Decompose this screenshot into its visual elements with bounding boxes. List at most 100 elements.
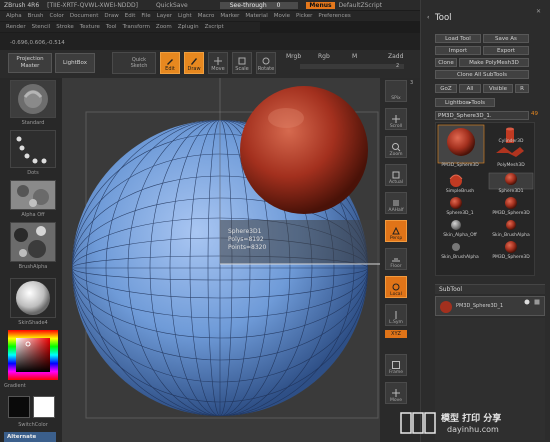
- load-tool-button[interactable]: Load Tool: [435, 34, 481, 43]
- tool-item[interactable]: Skin_BrushAlpha: [488, 233, 534, 238]
- polypaint-brush-icon[interactable]: [534, 299, 540, 305]
- menu-stroke[interactable]: Stroke: [56, 24, 74, 30]
- menu-layer[interactable]: Layer: [157, 13, 172, 19]
- menu-edit[interactable]: Edit: [125, 13, 136, 19]
- texture-thumbnail[interactable]: [10, 222, 56, 262]
- floor-button[interactable]: Floor: [385, 248, 407, 270]
- make-polymesh-button[interactable]: Make PolyMesh3D: [459, 58, 529, 67]
- scroll-button[interactable]: Scroll: [385, 108, 407, 130]
- document-canvas[interactable]: Sphere3D1 Polys=8192 Points=8320: [62, 78, 380, 442]
- subtool-item[interactable]: PM3D_Sphere3D_1: [435, 296, 545, 316]
- menu-bar-row-2: Render Stencil Stroke Texture Tool Trans…: [0, 22, 260, 32]
- menu-alpha[interactable]: Alpha: [6, 13, 22, 19]
- lightbox-tools-button[interactable]: Lightbox▸Tools: [435, 98, 495, 107]
- quicksave-button[interactable]: QuickSave: [156, 2, 188, 9]
- draw-button[interactable]: Draw: [184, 52, 204, 74]
- tool-palette-title: Tool: [435, 13, 452, 23]
- zoom-button[interactable]: Zoom: [385, 136, 407, 158]
- see-through-slider[interactable]: See-through 0: [219, 1, 299, 9]
- scale-button[interactable]: Scale: [232, 52, 252, 74]
- aahalf-button[interactable]: AAHalf: [385, 192, 407, 214]
- color-picker[interactable]: [8, 330, 58, 380]
- clone-all-subtools-button[interactable]: Clone All SubTools: [435, 70, 529, 79]
- menu-brush[interactable]: Brush: [28, 13, 44, 19]
- tool-item[interactable]: PM3D_Sphere3D: [488, 255, 534, 260]
- menu-picker[interactable]: Picker: [296, 13, 312, 19]
- menu-marker[interactable]: Marker: [220, 13, 239, 19]
- secondary-color-swatch[interactable]: [8, 396, 30, 418]
- menu-render[interactable]: Render: [6, 24, 26, 30]
- lightbox-button[interactable]: LightBox: [55, 53, 95, 73]
- subtool-header[interactable]: SubTool: [435, 284, 545, 294]
- edit-button[interactable]: Edit: [160, 52, 180, 74]
- tool-item[interactable]: Skin_BrushAlpha: [436, 255, 484, 260]
- menu-tool[interactable]: Tool: [106, 24, 117, 30]
- rgb-button[interactable]: Rgb: [318, 53, 330, 60]
- stroke-thumbnail[interactable]: [10, 130, 56, 168]
- import-button[interactable]: Import: [435, 46, 481, 55]
- menu-texture[interactable]: Texture: [80, 24, 100, 30]
- tool-item[interactable]: PolyMesh3D: [488, 163, 534, 168]
- move-view-button[interactable]: Move: [385, 382, 407, 404]
- visible-button[interactable]: Visible: [483, 84, 513, 93]
- menu-color[interactable]: Color: [50, 13, 64, 19]
- palette-collapse-icon[interactable]: ‹: [427, 14, 429, 21]
- menus-toggle[interactable]: Menus: [306, 1, 335, 9]
- tool-item[interactable]: SimpleBrush: [436, 189, 484, 194]
- tool-item[interactable]: Cylinder3D: [488, 139, 534, 144]
- menu-preferences[interactable]: Preferences: [318, 13, 350, 19]
- rgb-intensity-slider[interactable]: [300, 64, 404, 69]
- clone-button[interactable]: Clone: [435, 58, 457, 67]
- menu-file[interactable]: File: [141, 13, 150, 19]
- palette-close-icon[interactable]: ✕: [536, 8, 541, 15]
- tool-item[interactable]: Skin_Alpha_Off: [436, 233, 484, 238]
- menu-document[interactable]: Document: [70, 13, 99, 19]
- xyz-button[interactable]: XYZ: [385, 330, 407, 338]
- save-as-button[interactable]: Save As: [483, 34, 529, 43]
- menu-light[interactable]: Light: [178, 13, 192, 19]
- frame-button[interactable]: Frame: [385, 354, 407, 376]
- alpha-thumbnail[interactable]: [10, 180, 56, 210]
- menu-stencil[interactable]: Stencil: [32, 24, 51, 30]
- projection-master-button[interactable]: Projection Master: [8, 53, 52, 73]
- m-button[interactable]: M: [352, 53, 357, 60]
- menu-zoom[interactable]: Zoom: [156, 24, 172, 30]
- move-button[interactable]: Move: [208, 52, 228, 74]
- zadd-button[interactable]: Zadd: [388, 53, 403, 60]
- material-thumbnail[interactable]: [10, 278, 56, 318]
- menu-macro[interactable]: Macro: [198, 13, 215, 19]
- tool-item[interactable]: Sphere3D_1: [436, 211, 484, 216]
- persp-button[interactable]: Persp: [385, 220, 407, 242]
- menu-transform[interactable]: Transform: [123, 24, 150, 30]
- main-color-swatch[interactable]: [33, 396, 55, 418]
- brush-thumbnail[interactable]: [10, 80, 56, 118]
- goz-button[interactable]: GoZ: [435, 84, 457, 93]
- tool-item[interactable]: Sphere3D1: [488, 189, 534, 194]
- quick-sketch-button[interactable]: Quick Sketch: [112, 52, 156, 74]
- current-tool-slider[interactable]: PM3D_Sphere3D_1.: [435, 111, 529, 120]
- r-button[interactable]: R: [515, 84, 529, 93]
- menu-draw[interactable]: Draw: [104, 13, 118, 19]
- gradient-label[interactable]: Gradient: [4, 383, 44, 389]
- menu-material[interactable]: Material: [245, 13, 267, 19]
- menu-zscript[interactable]: Zscript: [205, 24, 224, 30]
- visibility-eye-icon[interactable]: [524, 299, 530, 305]
- actual-button[interactable]: Actual: [385, 164, 407, 186]
- switchcolor-button[interactable]: SwitchColor: [10, 422, 56, 428]
- mrgb-button[interactable]: Mrgb: [286, 53, 301, 60]
- default-zscript-button[interactable]: DefaultZScript: [339, 2, 382, 9]
- tool-item[interactable]: PM3D_Sphere3D: [436, 163, 484, 168]
- lsym-button[interactable]: L.Sym: [385, 304, 407, 326]
- zadd-value: 2: [396, 63, 400, 69]
- export-button[interactable]: Export: [483, 46, 529, 55]
- scale-icon: [238, 57, 246, 65]
- tool-item[interactable]: PM3D_Sphere3D: [488, 211, 534, 216]
- color-palette-icon: [8, 330, 58, 380]
- spix-button[interactable]: SPix: [385, 80, 407, 102]
- all-button[interactable]: All: [459, 84, 481, 93]
- local-button[interactable]: Local: [385, 276, 407, 298]
- alternate-button[interactable]: Alternate: [4, 432, 56, 442]
- menu-zplugin[interactable]: Zplugin: [178, 24, 199, 30]
- menu-movie[interactable]: Movie: [274, 13, 290, 19]
- rotate-button[interactable]: Rotate: [256, 52, 276, 74]
